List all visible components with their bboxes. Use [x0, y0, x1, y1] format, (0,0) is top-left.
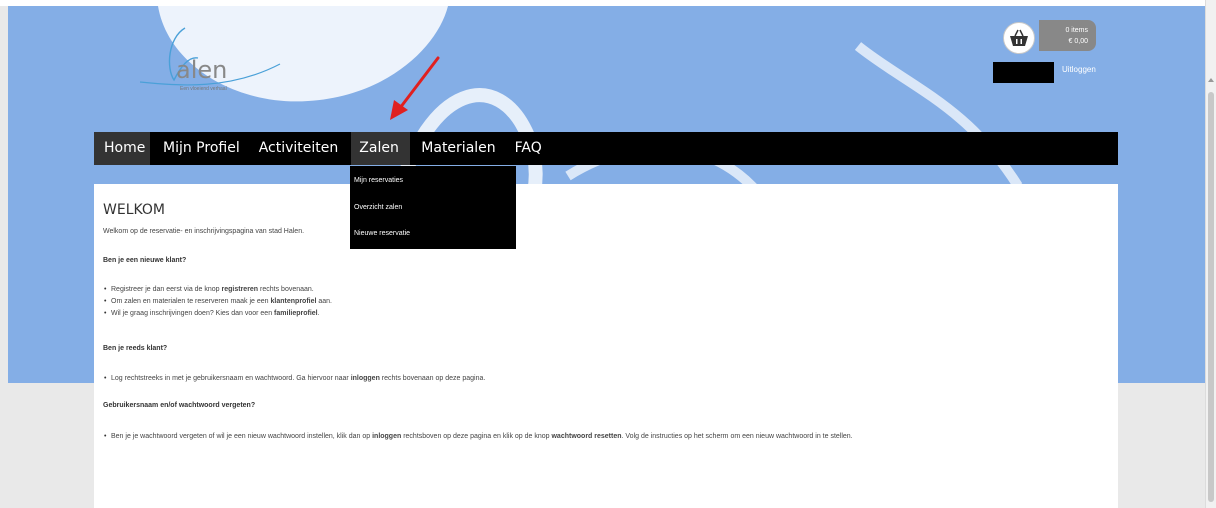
- menu-item-mijn-reservaties[interactable]: Mijn reservaties: [354, 177, 403, 184]
- logo-tagline: Een vloeiend verhaal: [180, 86, 227, 92]
- cart-total: € 0,00: [1068, 38, 1088, 45]
- list-item: Wil je graag inschrijvingen doen? Kies d…: [103, 308, 332, 320]
- new-customer-list: Registreer je dan eerst via de knop regi…: [103, 284, 332, 320]
- basket-icon: [1010, 29, 1028, 46]
- cart-summary[interactable]: 0 items € 0,00: [1039, 20, 1096, 51]
- cart-items-count: 0 items: [1065, 27, 1088, 34]
- existing-customer-list: Log rechtstreeks in met je gebruikersnaa…: [103, 373, 485, 385]
- zalen-dropdown-menu: Mijn reservaties Overzicht zalen Nieuwe …: [350, 166, 516, 249]
- main-nav: Home Mijn Profiel Activiteiten Zalen Mat…: [94, 132, 1118, 165]
- logout-link[interactable]: Uitloggen: [1062, 65, 1096, 74]
- existing-customer-heading: Ben je reeds klant?: [103, 345, 168, 352]
- menu-item-overzicht-zalen[interactable]: Overzicht zalen: [354, 204, 402, 211]
- forgot-heading: Gebruikersnaam en/of wachtwoord vergeten…: [103, 402, 256, 409]
- list-item: Om zalen en materialen te reserveren maa…: [103, 296, 332, 308]
- nav-activiteiten[interactable]: Activiteiten: [251, 132, 347, 165]
- nav-home[interactable]: Home: [94, 132, 150, 165]
- scroll-up-arrow-icon[interactable]: [1208, 78, 1214, 82]
- list-item: Ben je je wachtwoord vergeten of wil je …: [103, 431, 853, 443]
- nav-mijn-profiel[interactable]: Mijn Profiel: [155, 132, 248, 165]
- forgot-list: Ben je je wachtwoord vergeten of wil je …: [103, 431, 853, 443]
- intro-text: Welkom op de reservatie- en inschrijving…: [103, 228, 305, 235]
- content-panel: WELKOM Welkom op de reservatie- en insch…: [94, 184, 1118, 508]
- logo-text: alen: [176, 56, 228, 84]
- logo-graphic: [140, 27, 281, 86]
- username-box: [993, 62, 1054, 83]
- list-item: Log rechtstreeks in met je gebruikersnaa…: [103, 373, 485, 385]
- new-customer-heading: Ben je een nieuwe klant?: [103, 257, 187, 264]
- nav-faq[interactable]: FAQ: [507, 132, 550, 165]
- vertical-scrollbar[interactable]: [1205, 0, 1216, 508]
- page-title: WELKOM: [103, 202, 166, 218]
- nav-materialen[interactable]: Materialen: [413, 132, 503, 165]
- cart-button[interactable]: [1003, 22, 1035, 54]
- list-item: Registreer je dan eerst via de knop regi…: [103, 284, 332, 296]
- menu-item-nieuwe-reservatie[interactable]: Nieuwe reservatie: [354, 230, 410, 237]
- nav-zalen[interactable]: Zalen: [351, 132, 411, 165]
- scroll-thumb[interactable]: [1208, 92, 1214, 502]
